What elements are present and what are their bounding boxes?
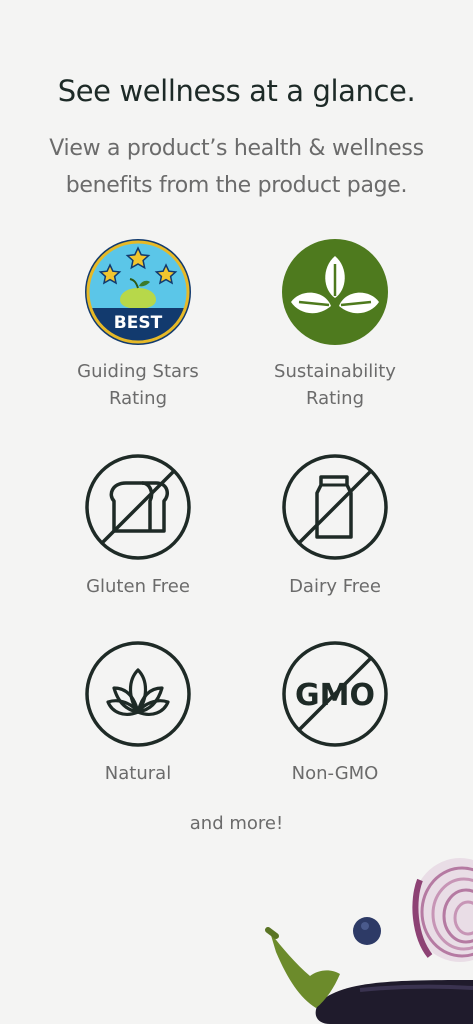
and-more-text: and more! (189, 813, 284, 834)
gluten-free-badge: Gluten Free (38, 453, 238, 600)
page-subtitle: View a product’s health & wellness benef… (49, 136, 424, 198)
sustainability-label: Sustainability Rating (274, 361, 396, 409)
natural-label: Natural (104, 763, 172, 784)
blueberry-image (353, 917, 381, 945)
sustainability-leaves-icon (282, 239, 388, 345)
sustainability-badge: Sustainability Rating (235, 238, 435, 412)
page-title: See wellness at a glance. (57, 74, 416, 108)
natural-plant-icon (85, 641, 191, 747)
natural-badge: Natural (38, 640, 238, 787)
non-gmo-label: Non-GMO (291, 763, 379, 784)
guiding-stars-badge: BEST Guiding Stars Rating (38, 238, 238, 412)
gluten-free-label: Gluten Free (86, 576, 190, 597)
best-badge-text: BEST (114, 313, 163, 333)
dairy-free-label: Dairy Free (289, 576, 381, 597)
gluten-free-bread-icon (85, 454, 191, 560)
non-gmo-badge: GMO Non-GMO (235, 640, 435, 787)
guiding-stars-label: Guiding Stars Rating (77, 361, 199, 409)
dairy-free-badge: Dairy Free (235, 453, 435, 600)
guiding-stars-best-icon: BEST (85, 239, 191, 345)
produce-decoration (265, 858, 473, 1024)
non-gmo-icon: GMO (282, 641, 388, 747)
dairy-free-milk-icon (282, 454, 388, 560)
onion-image (412, 858, 473, 962)
